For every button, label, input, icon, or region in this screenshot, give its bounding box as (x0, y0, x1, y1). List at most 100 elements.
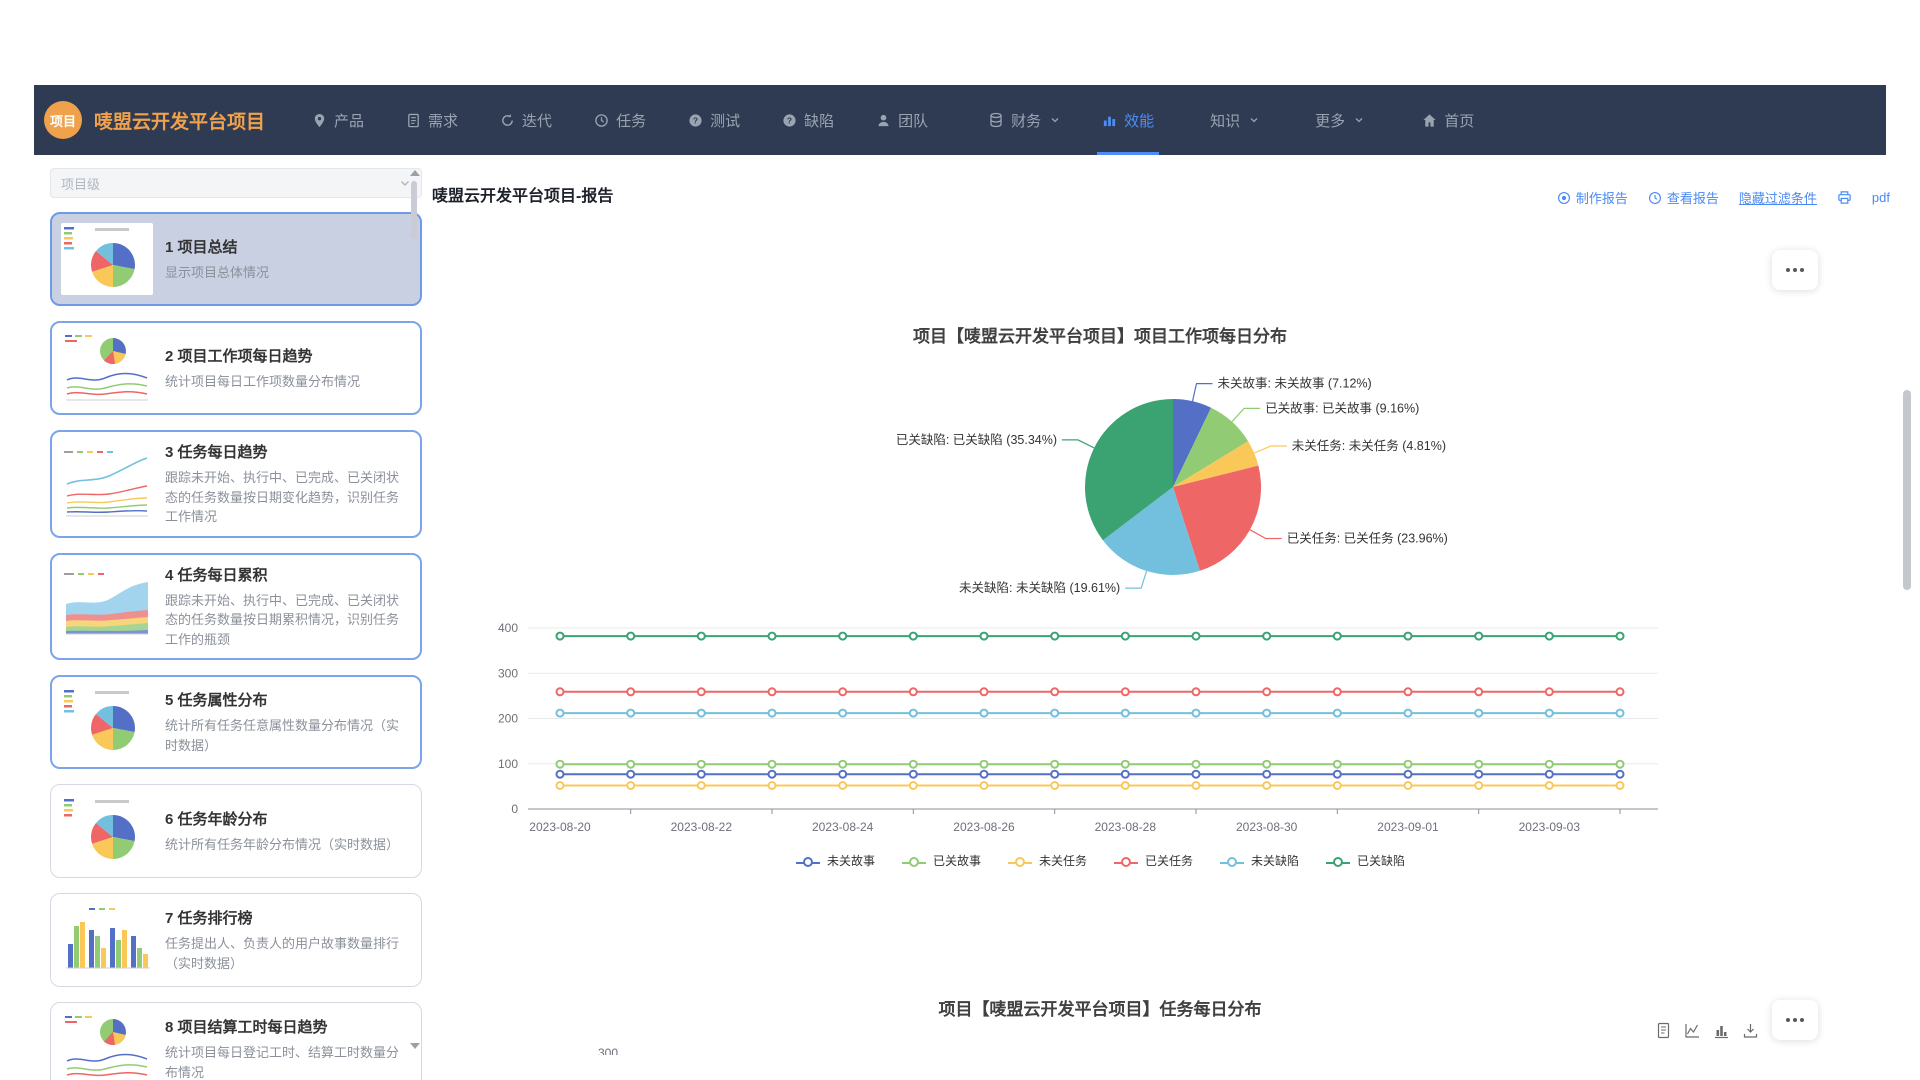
data-point[interactable] (1193, 688, 1200, 695)
data-point[interactable] (1334, 761, 1341, 768)
make-report-link[interactable]: 制作报告 (1557, 188, 1628, 207)
data-point[interactable] (698, 688, 705, 695)
nav-item-iteration[interactable]: 迭代 (479, 85, 573, 155)
data-point[interactable] (839, 782, 846, 789)
data-point[interactable] (1122, 688, 1129, 695)
data-point[interactable] (1193, 782, 1200, 789)
chart2-more-options-button[interactable] (1772, 1000, 1818, 1040)
data-point[interactable] (1617, 782, 1624, 789)
data-point[interactable] (1263, 688, 1270, 695)
data-point[interactable] (1051, 782, 1058, 789)
data-point[interactable] (1405, 761, 1412, 768)
data-point[interactable] (1051, 688, 1058, 695)
data-point[interactable] (1475, 761, 1482, 768)
data-point[interactable] (1405, 688, 1412, 695)
data-point[interactable] (1546, 782, 1553, 789)
data-point[interactable] (1263, 710, 1270, 717)
data-point[interactable] (1051, 633, 1058, 640)
bar-chart-icon[interactable] (1713, 1022, 1730, 1039)
legend-item-未关任务[interactable]: 未关任务 (1007, 852, 1087, 869)
data-point[interactable] (839, 688, 846, 695)
data-point[interactable] (769, 710, 776, 717)
nav-item-home[interactable]: 首页 (1401, 85, 1495, 155)
data-point[interactable] (981, 688, 988, 695)
legend-item-已关任务[interactable]: 已关任务 (1113, 852, 1193, 869)
data-point[interactable] (1193, 771, 1200, 778)
data-point[interactable] (1051, 710, 1058, 717)
data-point[interactable] (769, 782, 776, 789)
data-point[interactable] (1334, 688, 1341, 695)
data-point[interactable] (1263, 633, 1270, 640)
data-point[interactable] (839, 771, 846, 778)
data-point[interactable] (557, 761, 564, 768)
print-button[interactable] (1837, 190, 1852, 205)
sidebar-scrollbar-thumb[interactable] (411, 181, 417, 239)
nav-item-efficiency[interactable]: 效能 (1081, 85, 1175, 155)
nav-item-knowledge[interactable]: 知识 (1189, 85, 1280, 155)
data-point[interactable] (1051, 761, 1058, 768)
data-point[interactable] (1546, 761, 1553, 768)
data-point[interactable] (839, 710, 846, 717)
nav-item-requirement[interactable]: 需求 (385, 85, 479, 155)
data-point[interactable] (557, 710, 564, 717)
data-point[interactable] (1122, 771, 1129, 778)
data-point[interactable] (1193, 710, 1200, 717)
report-card-worktime-trend[interactable]: 8 项目结算工时每日趋势 统计项目每日登记工时、结算工时数量分布情况 (50, 1002, 422, 1080)
data-point[interactable] (1263, 771, 1270, 778)
sidebar-scroll-up-arrow[interactable] (410, 170, 420, 176)
data-point[interactable] (910, 782, 917, 789)
download-icon[interactable] (1742, 1022, 1759, 1039)
data-point[interactable] (698, 761, 705, 768)
data-point[interactable] (910, 771, 917, 778)
data-point[interactable] (981, 782, 988, 789)
data-point[interactable] (698, 771, 705, 778)
data-point[interactable] (1122, 782, 1129, 789)
data-point[interactable] (1405, 771, 1412, 778)
data-point[interactable] (1193, 633, 1200, 640)
view-report-link[interactable]: 查看报告 (1648, 188, 1719, 207)
nav-item-test[interactable]: ? 测试 (667, 85, 761, 155)
data-point[interactable] (769, 633, 776, 640)
data-point[interactable] (627, 710, 634, 717)
data-point[interactable] (698, 633, 705, 640)
data-point[interactable] (910, 761, 917, 768)
data-point[interactable] (1405, 633, 1412, 640)
hide-filter-link[interactable]: 隐藏过滤条件 (1739, 188, 1817, 207)
report-card-task-ranking[interactable]: 7 任务排行榜 任务提出人、负责人的用户故事数量排行（实时数据） (50, 893, 422, 987)
legend-item-未关缺陷[interactable]: 未关缺陷 (1219, 852, 1299, 869)
report-card-task-attribute[interactable]: 5 任务属性分布 统计所有任务任意属性数量分布情况（实时数据） (50, 675, 422, 769)
data-point[interactable] (1617, 633, 1624, 640)
data-point[interactable] (910, 710, 917, 717)
data-point[interactable] (627, 688, 634, 695)
data-point[interactable] (1405, 782, 1412, 789)
report-card-task-daily-cumulative[interactable]: 4 任务每日累积 跟踪未开始、执行中、已完成、已关闭状态的任务数量按日期累积情况… (50, 553, 422, 661)
nav-item-more[interactable]: 更多 (1294, 85, 1385, 155)
data-point[interactable] (557, 782, 564, 789)
data-point[interactable] (557, 633, 564, 640)
data-point[interactable] (627, 633, 634, 640)
data-point[interactable] (981, 771, 988, 778)
report-level-select[interactable]: 项目级 (50, 168, 422, 198)
data-point[interactable] (1475, 710, 1482, 717)
data-point[interactable] (627, 771, 634, 778)
data-point[interactable] (1617, 688, 1624, 695)
report-card-project-summary[interactable]: 1 项目总结 显示项目总体情况 (50, 212, 422, 306)
data-point[interactable] (557, 688, 564, 695)
data-point[interactable] (1617, 710, 1624, 717)
data-view-icon[interactable] (1655, 1022, 1672, 1039)
data-point[interactable] (1617, 761, 1624, 768)
line-chart-icon[interactable] (1684, 1022, 1701, 1039)
data-point[interactable] (839, 761, 846, 768)
nav-item-team[interactable]: 团队 (855, 85, 949, 155)
legend-item-已关缺陷[interactable]: 已关缺陷 (1325, 852, 1405, 869)
data-point[interactable] (769, 761, 776, 768)
data-point[interactable] (698, 782, 705, 789)
data-point[interactable] (910, 688, 917, 695)
nav-item-defect[interactable]: ? 缺陷 (761, 85, 855, 155)
data-point[interactable] (1193, 761, 1200, 768)
sidebar-scroll-down-arrow[interactable] (410, 1043, 420, 1049)
data-point[interactable] (981, 761, 988, 768)
data-point[interactable] (1546, 688, 1553, 695)
data-point[interactable] (1334, 710, 1341, 717)
report-card-workitem-trend[interactable]: 2 项目工作项每日趋势 统计项目每日工作项数量分布情况 (50, 321, 422, 415)
